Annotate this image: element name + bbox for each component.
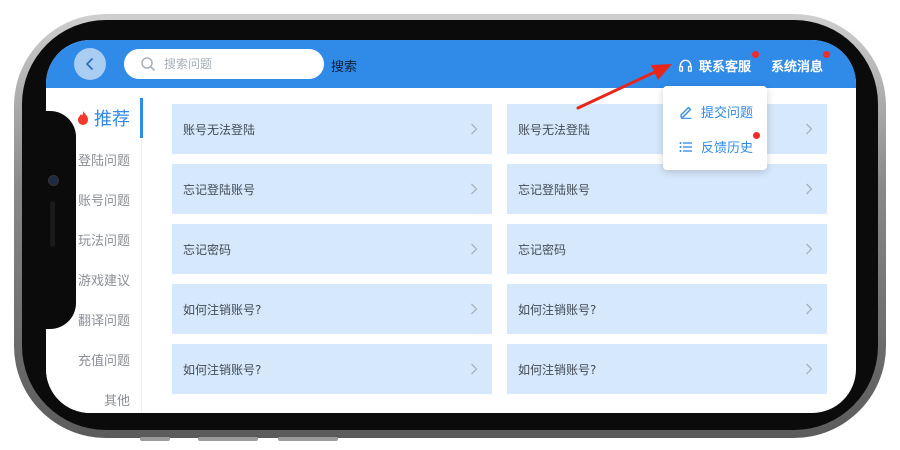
- sidebar-item-other[interactable]: 其他: [104, 390, 130, 409]
- faq-card-label: 如何注销账号?: [518, 302, 597, 317]
- faq-card-label: 如何注销账号?: [518, 362, 597, 377]
- chevron-right-icon: [471, 243, 478, 255]
- chevron-right-icon: [806, 243, 813, 255]
- sidebar-divider: [141, 138, 142, 413]
- feedback-history-label: 反馈历史: [701, 141, 754, 156]
- search-box[interactable]: [124, 49, 324, 79]
- system-messages-notification-dot: [823, 51, 830, 58]
- faq-card[interactable]: 如何注销账号?: [172, 284, 492, 334]
- customer-service-notification-dot: [752, 51, 759, 58]
- sidebar-item-translation[interactable]: 翻译问题: [78, 310, 130, 329]
- sidebar-item-recommended[interactable]: 推荐: [76, 105, 130, 131]
- sidebar-item-gameplay[interactable]: 玩法问题: [78, 230, 130, 249]
- faq-card-label: 账号无法登陆: [183, 122, 256, 137]
- faq-card-label: 忘记密码: [183, 242, 232, 257]
- device-mockup: 搜索 联系客服 系统消息 推荐 登陆: [0, 0, 900, 450]
- faq-card[interactable]: 如何注销账号?: [172, 344, 492, 394]
- feedback-history-notification-dot: [753, 132, 760, 139]
- faq-card-label: 忘记密码: [518, 242, 567, 257]
- app-screen: 搜索 联系客服 系统消息 推荐 登陆: [46, 40, 856, 413]
- sidebar-item-account[interactable]: 账号问题: [78, 190, 130, 209]
- chevron-right-icon: [806, 363, 813, 375]
- volume-button: [140, 437, 170, 441]
- faq-card[interactable]: 账号无法登陆: [172, 104, 492, 154]
- submit-issue-label: 提交问题: [701, 106, 754, 121]
- faq-card[interactable]: 忘记密码: [507, 224, 827, 274]
- search-icon: [141, 57, 155, 71]
- feedback-history-item[interactable]: 反馈历史: [679, 137, 753, 156]
- pencil-icon: [680, 106, 692, 119]
- flame-icon: [78, 111, 88, 125]
- back-button[interactable]: [74, 48, 106, 80]
- sidebar-item-label: 推荐: [94, 109, 130, 130]
- search-input[interactable]: [162, 56, 316, 72]
- chevron-right-icon: [806, 123, 813, 135]
- sidebar-item-login[interactable]: 登陆问题: [78, 150, 130, 169]
- chevron-right-icon: [806, 183, 813, 195]
- sidebar-item-suggestion[interactable]: 游戏建议: [78, 270, 130, 289]
- active-indicator: [140, 98, 143, 138]
- faq-card[interactable]: 如何注销账号?: [507, 344, 827, 394]
- faq-card[interactable]: 忘记密码: [172, 224, 492, 274]
- faq-card[interactable]: 忘记登陆账号: [507, 164, 827, 214]
- chevron-right-icon: [471, 123, 478, 135]
- faq-card-label: 忘记登陆账号: [518, 182, 591, 197]
- faq-card-label: 账号无法登陆: [518, 122, 591, 137]
- chevron-right-icon: [471, 363, 478, 375]
- speaker-grille: [50, 201, 55, 247]
- submit-issue-item[interactable]: 提交问题: [679, 102, 753, 121]
- chevron-right-icon: [471, 183, 478, 195]
- top-bar: 搜索 联系客服 系统消息: [46, 40, 856, 88]
- faq-card-label: 忘记登陆账号: [183, 182, 256, 197]
- headset-icon: [679, 59, 692, 72]
- faq-card-label: 如何注销账号?: [183, 302, 262, 317]
- customer-service-label: 联系客服: [699, 60, 752, 75]
- faq-card-label: 如何注销账号?: [183, 362, 262, 377]
- system-messages-button[interactable]: 系统消息: [771, 56, 823, 75]
- faq-card[interactable]: 忘记登陆账号: [172, 164, 492, 214]
- chevron-right-icon: [471, 303, 478, 315]
- volume-down-button: [278, 437, 338, 441]
- list-icon: [679, 141, 692, 152]
- customer-service-dropdown: 提交问题 反馈历史: [663, 86, 767, 170]
- phone-notch: [36, 111, 76, 329]
- faq-card[interactable]: 如何注销账号?: [507, 284, 827, 334]
- sidebar-item-recharge[interactable]: 充值问题: [78, 350, 130, 369]
- customer-service-button[interactable]: 联系客服: [678, 56, 751, 75]
- camera-icon: [48, 175, 59, 186]
- volume-up-button: [198, 437, 258, 441]
- search-button[interactable]: 搜索: [331, 56, 357, 75]
- chevron-right-icon: [806, 303, 813, 315]
- chevron-left-icon: [86, 58, 93, 70]
